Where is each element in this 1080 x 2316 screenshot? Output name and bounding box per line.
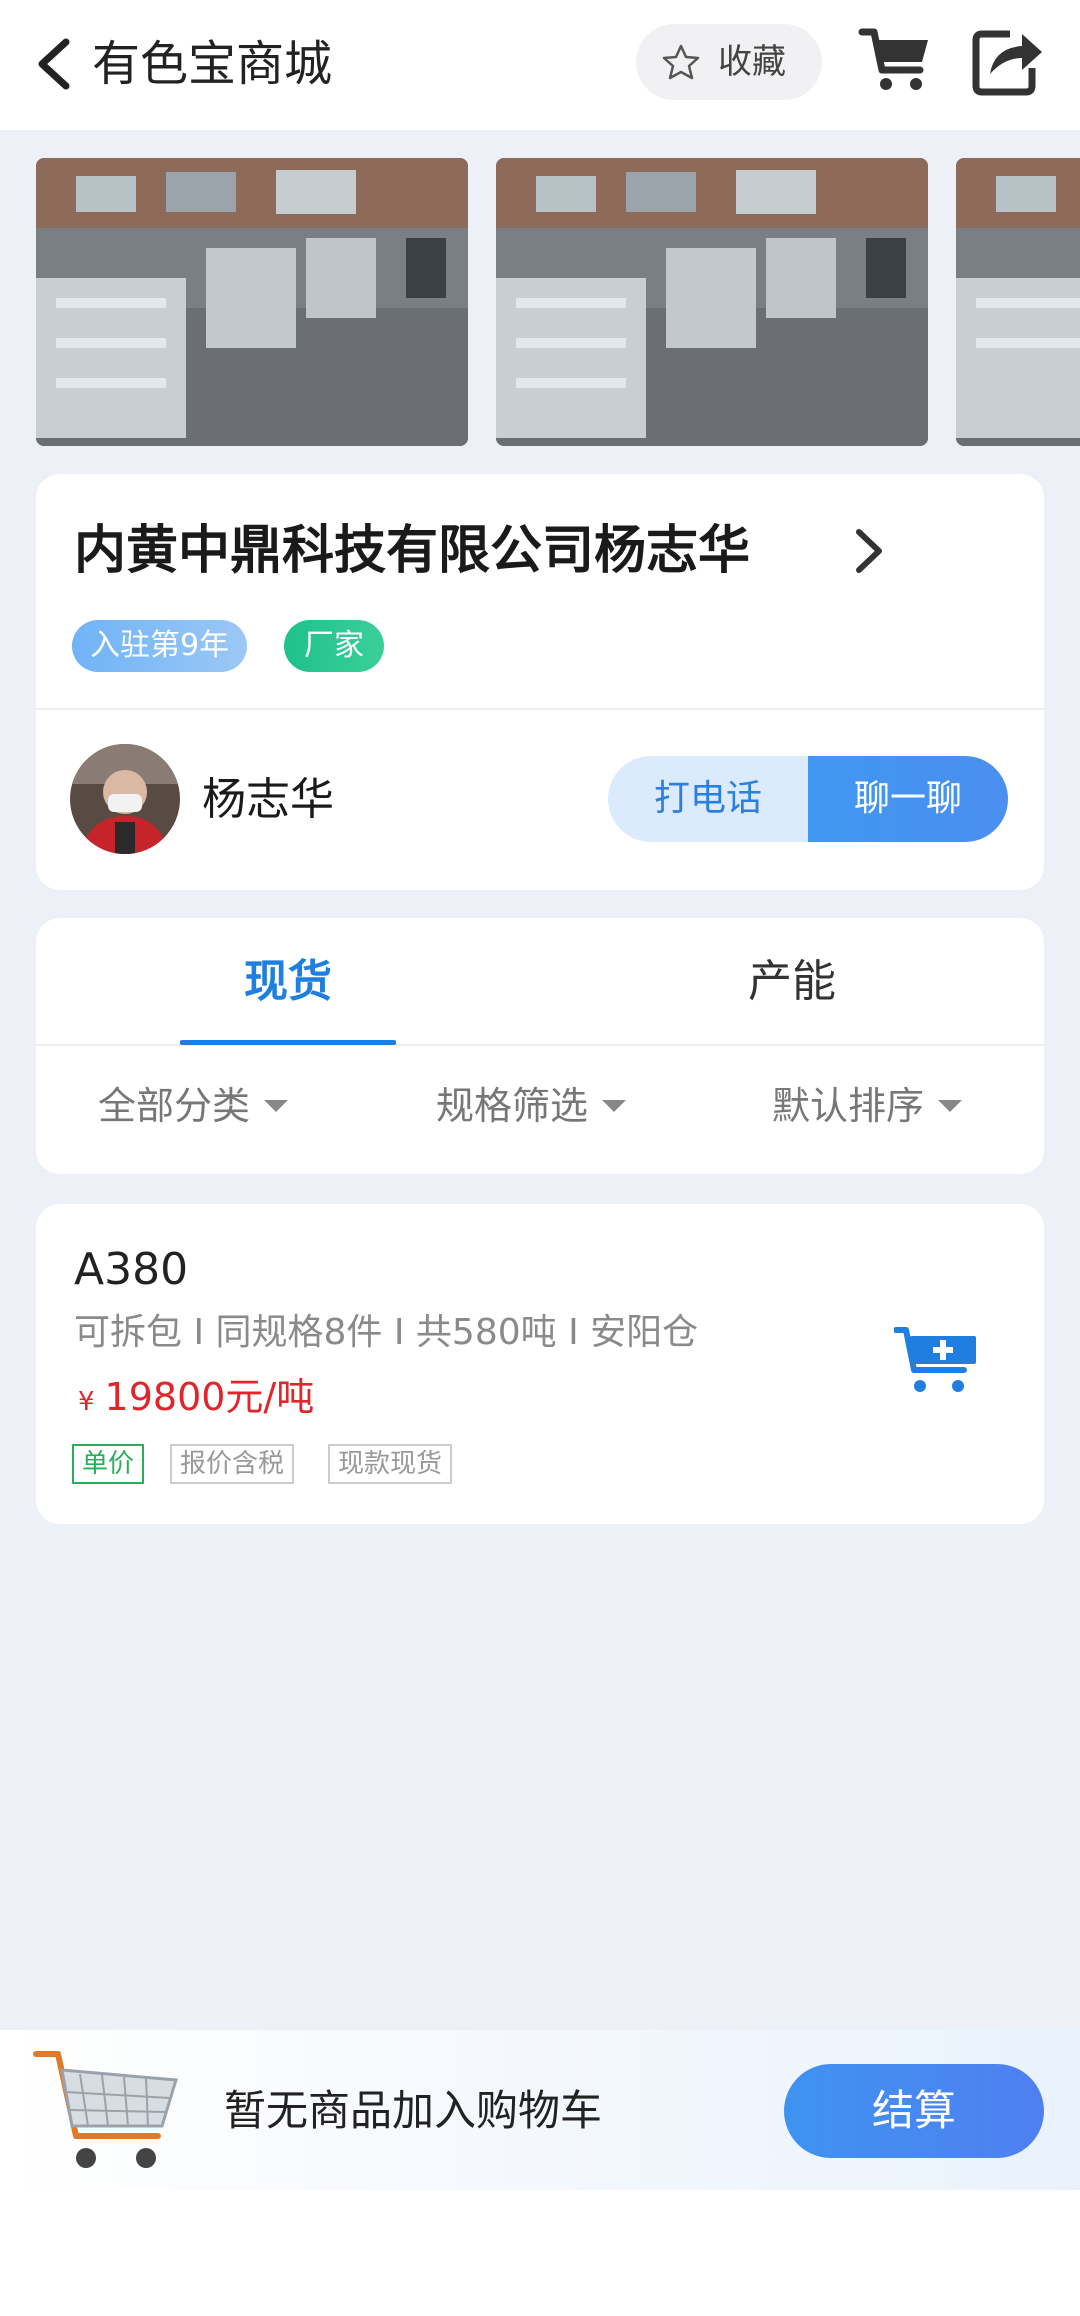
contact-buttons: 打电话 聊一聊 xyxy=(608,756,1008,842)
share-icon[interactable] xyxy=(970,24,1044,96)
sort-filter-label: 默认排序 xyxy=(772,1084,925,1128)
avatar xyxy=(70,744,180,854)
years-badge: 入驻第9年 xyxy=(72,620,248,672)
product-photo-gallery[interactable] xyxy=(0,158,1080,446)
category-filter[interactable]: 全部分类 xyxy=(98,1076,289,1136)
caret-down-icon xyxy=(264,1099,289,1112)
tab-capacity[interactable]: 产能 xyxy=(682,952,902,1012)
chevron-right-icon[interactable] xyxy=(851,526,887,576)
cart-empty-message: 暂无商品加入购物车 xyxy=(224,2086,603,2135)
price-amount: 19800元/吨 xyxy=(104,1375,315,1419)
currency-symbol: ¥ xyxy=(78,1387,95,1417)
product-price: ¥19800元/吨 xyxy=(78,1372,314,1430)
sort-filter[interactable]: 默认排序 xyxy=(772,1076,963,1136)
cart-bottom-bar: 暂无商品加入购物车 结算 xyxy=(0,2030,1080,2190)
call-button[interactable]: 打电话 xyxy=(608,756,808,842)
company-card: 内黄中鼎科技有限公司杨志华 入驻第9年 厂家 杨志华 打电话 聊一聊 xyxy=(36,474,1044,890)
unit-price-tag: 单价 xyxy=(72,1444,145,1484)
cash-spot-tag: 现款现货 xyxy=(328,1444,453,1484)
spec-filter-label: 规格筛选 xyxy=(436,1084,589,1128)
caret-down-icon xyxy=(602,1099,627,1112)
star-icon xyxy=(662,44,700,80)
spec-filter[interactable]: 规格筛选 xyxy=(436,1076,627,1136)
factory-badge: 厂家 xyxy=(284,620,384,672)
product-card[interactable]: A380 可拆包 I 同规格8件 I 共580吨 I 安阳仓 ¥19800元/吨… xyxy=(36,1204,1044,1524)
divider xyxy=(36,708,1044,710)
warehouse-photo[interactable] xyxy=(956,158,1080,446)
favorite-label: 收藏 xyxy=(718,42,786,82)
product-name: A380 xyxy=(74,1244,189,1295)
bottom-safe-area xyxy=(0,2190,1080,2316)
warehouse-photo[interactable] xyxy=(36,158,468,446)
shopping-cart-icon[interactable] xyxy=(30,2040,180,2180)
tax-included-tag: 报价含税 xyxy=(170,1444,295,1484)
checkout-button[interactable]: 结算 xyxy=(784,2064,1044,2158)
chat-button[interactable]: 聊一聊 xyxy=(808,756,1008,842)
company-name-link[interactable]: 内黄中鼎科技有限公司杨志华 xyxy=(74,516,750,586)
shopping-cart-icon[interactable] xyxy=(858,24,932,96)
add-to-cart-icon[interactable] xyxy=(894,1324,978,1398)
category-filter-label: 全部分类 xyxy=(98,1084,251,1128)
warehouse-photo[interactable] xyxy=(496,158,928,446)
contact-name: 杨志华 xyxy=(202,774,334,825)
tab-spot[interactable]: 现货 xyxy=(178,952,398,1012)
favorite-button[interactable]: 收藏 xyxy=(636,24,822,100)
caret-down-icon xyxy=(938,1099,963,1112)
top-header: 有色宝商城 收藏 xyxy=(0,0,1080,130)
back-icon[interactable] xyxy=(30,36,80,92)
active-tab-indicator xyxy=(180,1040,396,1045)
page-title: 有色宝商城 xyxy=(92,36,333,92)
product-meta: 可拆包 I 同规格8件 I 共580吨 I 安阳仓 xyxy=(74,1312,699,1353)
tabs-card: 现货 产能 全部分类 规格筛选 默认排序 xyxy=(36,918,1044,1174)
